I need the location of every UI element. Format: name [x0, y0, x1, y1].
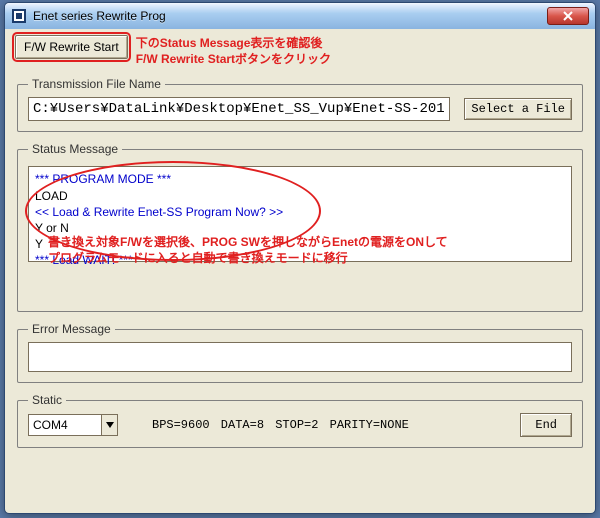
static-fieldset: Static COM4 BPS=9600 DATA=8 STOP=2 PARIT… [17, 393, 583, 448]
client-area: F/W Rewrite Start 下のStatus Message表示を確認後… [5, 29, 595, 456]
com-port-select[interactable]: COM4 [28, 414, 118, 436]
close-icon [563, 11, 573, 21]
transmission-file-legend: Transmission File Name [28, 77, 165, 91]
file-path-input[interactable] [28, 97, 450, 121]
window: Enet series Rewrite Prog F/W Rewrite Sta… [4, 2, 596, 514]
annotation-status-line2: プログラムモードに入ると自動で書き換えモードに移行 [48, 250, 448, 266]
fw-rewrite-start-button[interactable]: F/W Rewrite Start [15, 35, 128, 59]
status-line: LOAD [35, 188, 565, 204]
window-title: Enet series Rewrite Prog [33, 9, 547, 23]
close-button[interactable] [547, 7, 589, 25]
status-fieldset: Status Message *** PROGRAM MODE *** LOAD… [17, 142, 583, 312]
error-legend: Error Message [28, 322, 115, 336]
app-icon [11, 8, 27, 24]
status-line: *** PROGRAM MODE *** [35, 171, 565, 187]
annotation-top: 下のStatus Message表示を確認後 F/W Rewrite Start… [136, 35, 331, 67]
serial-params-label: BPS=9600 DATA=8 STOP=2 PARITY=NONE [152, 418, 409, 432]
select-file-button[interactable]: Select a File [464, 98, 572, 120]
titlebar[interactable]: Enet series Rewrite Prog [5, 3, 595, 29]
annotation-top-line2: F/W Rewrite Startボタンをクリック [136, 51, 331, 67]
com-port-value: COM4 [29, 418, 101, 432]
static-legend: Static [28, 393, 66, 407]
end-button[interactable]: End [520, 413, 572, 437]
transmission-file-fieldset: Transmission File Name Select a File [17, 77, 583, 132]
error-textbox[interactable] [28, 342, 572, 372]
annotation-status-line1: 書き換え対象F/Wを選択後、PROG SWを押しながらEnetの電源をONして [48, 234, 448, 250]
error-fieldset: Error Message [17, 322, 583, 383]
status-line: << Load & Rewrite Enet-SS Program Now? >… [35, 204, 565, 220]
status-legend: Status Message [28, 142, 122, 156]
chevron-down-icon [101, 415, 117, 435]
annotation-status: 書き換え対象F/Wを選択後、PROG SWを押しながらEnetの電源をONして … [48, 234, 448, 266]
annotation-top-line1: 下のStatus Message表示を確認後 [136, 35, 331, 51]
